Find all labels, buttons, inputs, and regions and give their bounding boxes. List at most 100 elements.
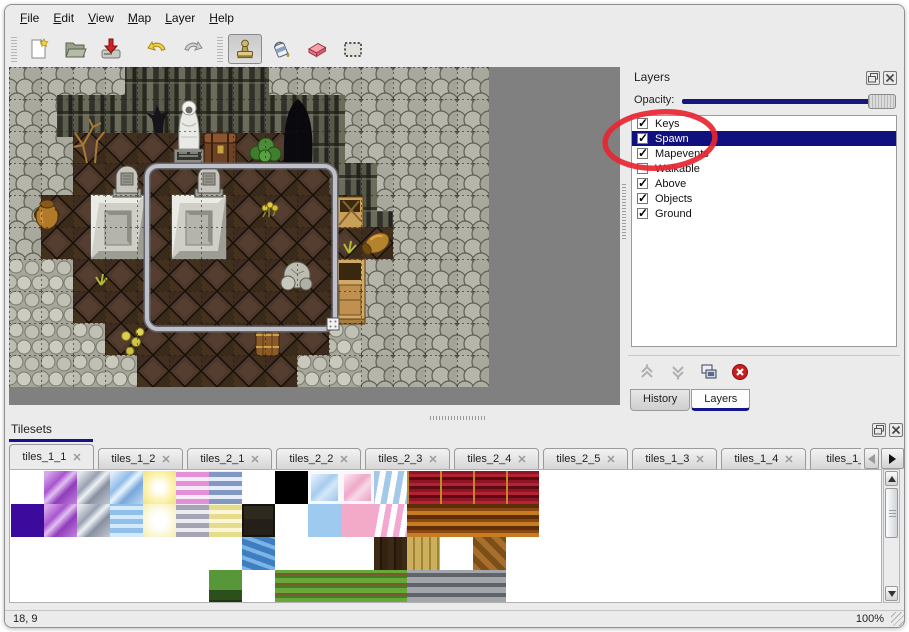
opacity-slider-thumb[interactable]	[868, 94, 896, 109]
tile-swatch-brick-umber[interactable]	[77, 570, 110, 603]
tile-swatch-grass-row[interactable]	[275, 570, 308, 603]
tile-swatch-plank-gray[interactable]	[473, 570, 506, 603]
layer-row-mapevents[interactable]: Mapevents	[632, 146, 896, 161]
close-tab-icon[interactable]: ✕	[517, 453, 525, 466]
new-file-button[interactable]	[22, 34, 56, 64]
close-tab-icon[interactable]: ✕	[72, 451, 80, 464]
tile-swatch-wood-dark[interactable]	[374, 537, 407, 570]
open-file-button[interactable]	[58, 34, 92, 64]
tile-swatch-grass-row[interactable]	[341, 570, 374, 603]
close-tab-icon[interactable]: ✕	[339, 453, 347, 466]
tileset-tab-tiles_1_4[interactable]: tiles_1_4✕	[721, 448, 806, 469]
tile-swatch-solid-blue[interactable]	[308, 504, 341, 537]
tile-swatch-plank-gray[interactable]	[407, 570, 440, 603]
close-tab-icon[interactable]: ✕	[784, 453, 792, 466]
tile-swatch-stripe-blue[interactable]	[209, 471, 242, 504]
float-panel-button[interactable]	[866, 71, 880, 85]
layer-visibility-checkbox[interactable]	[637, 118, 648, 129]
close-tab-icon[interactable]: ✕	[606, 453, 614, 466]
tile-swatch-pebble-beige[interactable]	[143, 537, 176, 570]
tile-swatch-stripe-pink[interactable]	[176, 471, 209, 504]
layer-visibility-checkbox[interactable]	[637, 163, 648, 174]
layer-visibility-checkbox[interactable]	[637, 148, 648, 159]
tile-swatch-carpet-red[interactable]	[473, 471, 506, 504]
menu-edit[interactable]: Edit	[46, 8, 81, 28]
tile-swatch-glass-blue[interactable]	[308, 471, 341, 504]
tile-swatch-crystal-silver[interactable]	[77, 504, 110, 537]
menu-map[interactable]: Map	[121, 8, 158, 28]
menu-layer[interactable]: Layer	[158, 8, 202, 28]
tile-swatch-tile-gold[interactable]	[77, 537, 110, 570]
close-tab-icon[interactable]: ✕	[428, 453, 436, 466]
layer-row-keys[interactable]: Keys	[632, 116, 896, 131]
tile-swatch-dirt[interactable]	[341, 537, 374, 570]
tileset-tab-tiles_2_1[interactable]: tiles_2_1✕	[187, 448, 272, 469]
tileset-tab-tiles_1_3[interactable]: tiles_1_3✕	[632, 448, 717, 469]
layer-visibility-checkbox[interactable]	[637, 193, 648, 204]
select-tool-button[interactable]	[336, 34, 370, 64]
lower-layer-button[interactable]	[667, 361, 689, 383]
tile-swatch-crystal-silver[interactable]	[77, 471, 110, 504]
close-panel-button[interactable]	[889, 423, 903, 437]
tile-swatch-brick-gray[interactable]	[176, 570, 209, 603]
tab-history[interactable]: History	[630, 389, 690, 411]
close-tab-icon[interactable]: ✕	[695, 453, 703, 466]
tile-swatch-grass-green[interactable]	[209, 537, 242, 570]
selection-resize-handle[interactable]	[327, 318, 339, 330]
map-canvas[interactable]	[9, 67, 620, 405]
tile-swatch-carpet-red[interactable]	[440, 471, 473, 504]
tile-swatch-brick-dark[interactable]	[11, 570, 44, 603]
layer-row-ground[interactable]: Ground	[632, 206, 896, 221]
close-tab-icon[interactable]: ✕	[250, 453, 258, 466]
layer-row-spawn[interactable]: Spawn	[632, 131, 896, 146]
tileset-tab-tiles_2_2[interactable]: tiles_2_2✕	[276, 448, 361, 469]
toolbar-grip[interactable]	[217, 36, 223, 62]
raise-layer-button[interactable]	[636, 361, 658, 383]
tile-swatch-hedge[interactable]	[209, 570, 242, 603]
tile-swatch-plank-gray[interactable]	[440, 570, 473, 603]
tileset-tab-tiles_2_3[interactable]: tiles_2_3✕	[365, 448, 450, 469]
tile-swatch-glow-yellow[interactable]	[143, 471, 176, 504]
duplicate-layer-button[interactable]	[698, 361, 720, 383]
tileset-content[interactable]	[9, 469, 882, 603]
vertical-splitter[interactable]	[620, 67, 628, 405]
menu-view[interactable]: View	[81, 8, 121, 28]
tile-swatch-stripe-yellow[interactable]	[209, 504, 242, 537]
tile-swatch-glass-pink[interactable]	[341, 471, 374, 504]
tileset-tab-tiles_1_2[interactable]: tiles_1_2✕	[98, 448, 183, 469]
tile-swatch-plaque[interactable]	[242, 504, 275, 537]
tile-swatch-stone-gray[interactable]	[176, 537, 209, 570]
tile-swatch-crystal-blue[interactable]	[110, 471, 143, 504]
redo-button[interactable]	[176, 34, 210, 64]
tile-swatch-logs[interactable]	[506, 537, 539, 570]
layer-row-objects[interactable]: Objects	[632, 191, 896, 206]
tile-swatch-grass-row[interactable]	[374, 570, 407, 603]
tile-swatch-ribbon-blue[interactable]	[374, 471, 407, 504]
tileset-tab-tiles_2_4[interactable]: tiles_2_4✕	[454, 448, 539, 469]
eraser-tool-button[interactable]	[300, 34, 334, 64]
close-tab-icon[interactable]: ✕	[161, 453, 169, 466]
tile-swatch-plank-light[interactable]	[407, 537, 440, 570]
resize-grip[interactable]	[891, 612, 905, 626]
scroll-up-button[interactable]	[885, 471, 898, 486]
tile-swatch-stone-gold[interactable]	[110, 537, 143, 570]
menu-help[interactable]: Help	[202, 8, 241, 28]
tile-swatch-carpet-orange[interactable]	[473, 504, 506, 537]
tile-swatch-wall-pebble[interactable]	[143, 570, 176, 603]
stamp-tool-button[interactable]	[228, 34, 262, 64]
tile-swatch-stripe-gray[interactable]	[176, 504, 209, 537]
tile-swatch-brick-brown[interactable]	[44, 570, 77, 603]
tile-swatch-sand[interactable]	[308, 537, 341, 570]
tab-scroll-left-button[interactable]	[864, 448, 879, 469]
tile-swatch-empty[interactable]	[11, 471, 44, 504]
tile-swatch-water-deep[interactable]	[242, 537, 275, 570]
tile-swatch-grass-lime[interactable]	[275, 537, 308, 570]
tile-swatch-indigo[interactable]	[11, 504, 44, 537]
tileset-scrollbar[interactable]	[883, 469, 900, 603]
tile-swatch-herringbone[interactable]	[473, 537, 506, 570]
tile-swatch-water-blue[interactable]	[110, 504, 143, 537]
tile-swatch-carpet-red[interactable]	[407, 471, 440, 504]
menu-file[interactable]: File	[13, 8, 46, 28]
tile-swatch-brick-navy[interactable]	[242, 570, 275, 603]
tile-swatch-lattice[interactable]	[242, 471, 275, 504]
